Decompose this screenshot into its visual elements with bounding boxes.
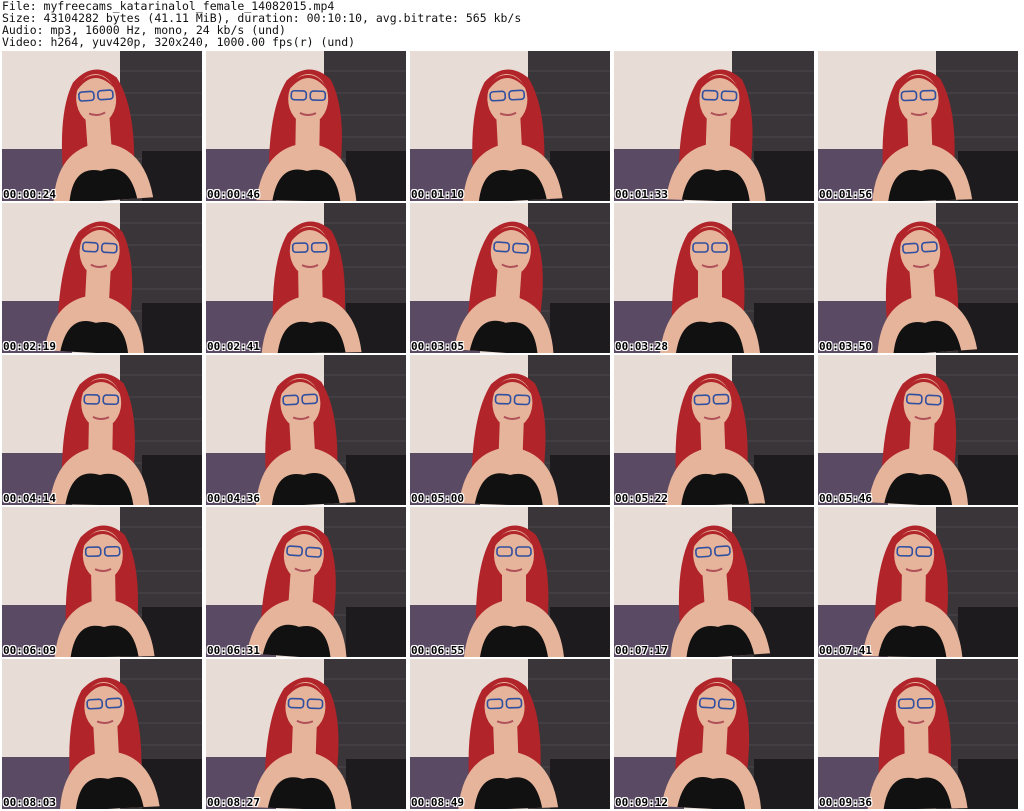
frame-image <box>206 659 406 809</box>
frame-image <box>2 507 202 657</box>
video-thumbnail: 00:01:33 <box>614 51 814 201</box>
video-thumbnail: 00:07:17 <box>614 507 814 657</box>
thumbnail-timestamp: 00:06:55 <box>411 644 464 657</box>
video-thumbnail: 00:09:36 <box>818 659 1018 809</box>
frame-image <box>2 51 202 201</box>
video-thumbnail: 00:03:50 <box>818 203 1018 353</box>
thumbnail-timestamp: 00:01:56 <box>819 188 872 201</box>
frame-image <box>614 507 814 657</box>
thumbnail-timestamp: 00:04:14 <box>3 492 56 505</box>
thumbnail-timestamp: 00:00:24 <box>3 188 56 201</box>
video-thumbnail: 00:02:41 <box>206 203 406 353</box>
frame-image <box>410 507 610 657</box>
video-thumbnail: 00:00:46 <box>206 51 406 201</box>
video-thumbnail: 00:00:24 <box>2 51 202 201</box>
video-thumbnail: 00:01:10 <box>410 51 610 201</box>
frame-image <box>206 51 406 201</box>
frame-image <box>410 203 610 353</box>
video-thumbnail: 00:06:31 <box>206 507 406 657</box>
thumbnail-timestamp: 00:07:41 <box>819 644 872 657</box>
video-thumbnail: 00:08:27 <box>206 659 406 809</box>
thumbnail-timestamp: 00:02:19 <box>3 340 56 353</box>
thumbnail-timestamp: 00:05:46 <box>819 492 872 505</box>
video-thumbnail: 00:01:56 <box>818 51 1018 201</box>
video-thumbnail: 00:03:28 <box>614 203 814 353</box>
frame-image <box>818 507 1018 657</box>
thumbnail-timestamp: 00:08:03 <box>3 796 56 809</box>
thumbnail-timestamp: 00:07:17 <box>615 644 668 657</box>
video-thumbnail: 00:09:12 <box>614 659 814 809</box>
video-thumbnail: 00:06:09 <box>2 507 202 657</box>
frame-image <box>614 659 814 809</box>
thumbnail-timestamp: 00:03:28 <box>615 340 668 353</box>
frame-image <box>2 203 202 353</box>
frame-image <box>614 355 814 505</box>
thumbnail-timestamp: 00:01:33 <box>615 188 668 201</box>
thumbnail-timestamp: 00:05:22 <box>615 492 668 505</box>
thumbnail-timestamp: 00:09:12 <box>615 796 668 809</box>
thumbnail-timestamp: 00:06:09 <box>3 644 56 657</box>
thumbnail-timestamp: 00:05:00 <box>411 492 464 505</box>
video-thumbnail: 00:05:00 <box>410 355 610 505</box>
video-thumbnail: 00:03:05 <box>410 203 610 353</box>
video-thumbnail: 00:04:36 <box>206 355 406 505</box>
video-info-line: Video: h264, yuv420p, 320x240, 1000.00 f… <box>2 35 356 49</box>
frame-image <box>410 355 610 505</box>
thumbnail-grid: 00:00:24 00:00:46 00:01:10 00:01:33 00:01:56… <box>2 51 1024 811</box>
video-thumbnail: 00:05:46 <box>818 355 1018 505</box>
thumbnail-timestamp: 00:04:36 <box>207 492 260 505</box>
video-thumbnail: 00:08:49 <box>410 659 610 809</box>
frame-image <box>614 203 814 353</box>
thumbnail-timestamp: 00:09:36 <box>819 796 872 809</box>
thumbnail-timestamp: 00:00:46 <box>207 188 260 201</box>
video-thumbnail: 00:02:19 <box>2 203 202 353</box>
frame-image <box>818 355 1018 505</box>
video-thumbnail: 00:04:14 <box>2 355 202 505</box>
thumbnail-timestamp: 00:08:27 <box>207 796 260 809</box>
thumbnail-timestamp: 00:03:50 <box>819 340 872 353</box>
frame-image <box>206 203 406 353</box>
frame-image <box>2 355 202 505</box>
file-info-header: File: myfreecams_katarinalol_female_1408… <box>2 0 1022 48</box>
frame-image <box>206 507 406 657</box>
thumbnail-timestamp: 00:03:05 <box>411 340 464 353</box>
frame-image <box>206 355 406 505</box>
video-thumbnail: 00:07:41 <box>818 507 1018 657</box>
frame-image <box>2 659 202 809</box>
video-thumbnail: 00:08:03 <box>2 659 202 809</box>
thumbnail-timestamp: 00:06:31 <box>207 644 260 657</box>
frame-image <box>410 51 610 201</box>
frame-image <box>614 51 814 201</box>
video-thumbnail: 00:06:55 <box>410 507 610 657</box>
frame-image <box>818 203 1018 353</box>
video-thumbnail: 00:05:22 <box>614 355 814 505</box>
frame-image <box>818 659 1018 809</box>
frame-image <box>818 51 1018 201</box>
thumbnail-timestamp: 00:01:10 <box>411 188 464 201</box>
frame-image <box>410 659 610 809</box>
thumbnail-timestamp: 00:08:49 <box>411 796 464 809</box>
thumbnail-timestamp: 00:02:41 <box>207 340 260 353</box>
